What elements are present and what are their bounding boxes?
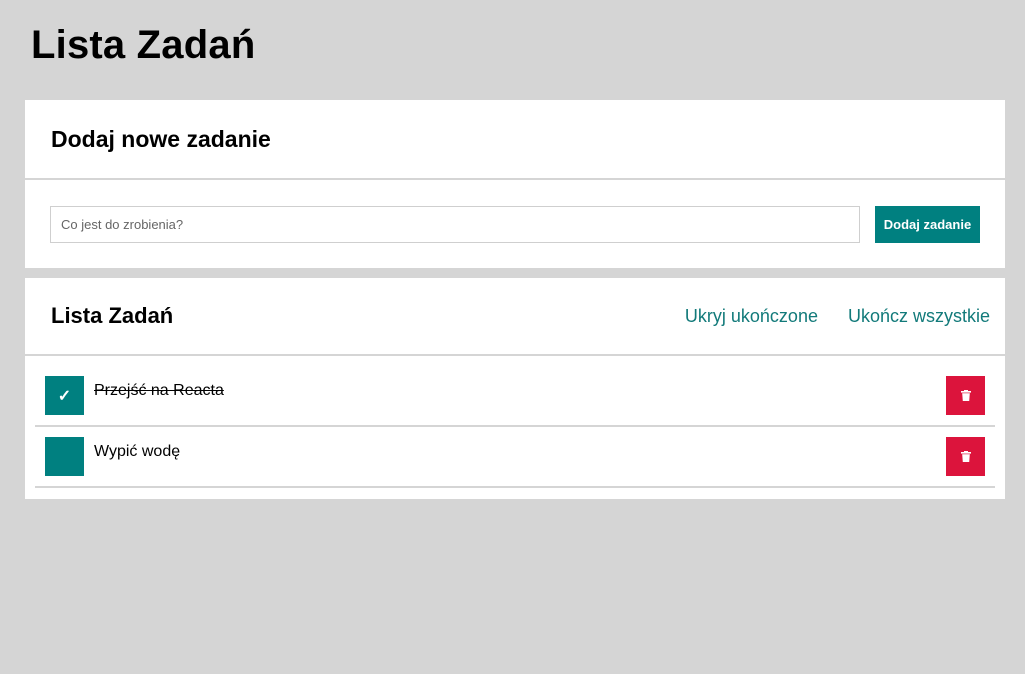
page-title: Lista Zadań [31, 23, 256, 67]
add-task-heading: Dodaj nowe zadanie [51, 125, 271, 152]
complete-all-button[interactable]: Ukończ wszystkie [848, 306, 990, 327]
add-task-header: Dodaj nowe zadanie [25, 100, 1005, 180]
task-list-heading: Lista Zadań [51, 303, 174, 328]
delete-task-button[interactable] [946, 376, 985, 415]
task-list: ✓ Przejść na Reacta Wypić wodę [35, 366, 995, 488]
add-task-panel: Dodaj nowe zadanie Dodaj zadanie [25, 100, 1005, 268]
task-list-header: Lista Zadań Ukryj ukończone Ukończ wszys… [25, 278, 1005, 356]
trash-icon [960, 390, 971, 401]
task-list-panel: Lista Zadań Ukryj ukończone Ukończ wszys… [25, 278, 1005, 499]
task-label: Przejść na Reacta [94, 382, 224, 399]
trash-icon [960, 451, 971, 462]
task-checkbox[interactable]: ✓ [45, 376, 84, 415]
task-item: ✓ Przejść na Reacta [35, 366, 995, 427]
hide-completed-button[interactable]: Ukryj ukończone [685, 306, 818, 327]
check-icon: ✓ [57, 387, 72, 405]
delete-task-button[interactable] [946, 437, 985, 476]
add-task-button[interactable]: Dodaj zadanie [875, 206, 980, 243]
list-actions: Ukryj ukończone Ukończ wszystkie [685, 278, 990, 354]
add-task-form: Dodaj zadanie [50, 206, 980, 243]
new-task-input[interactable] [50, 206, 860, 243]
task-label: Wypić wodę [94, 443, 181, 460]
task-checkbox[interactable] [45, 437, 84, 476]
task-item: Wypić wodę [35, 427, 995, 488]
